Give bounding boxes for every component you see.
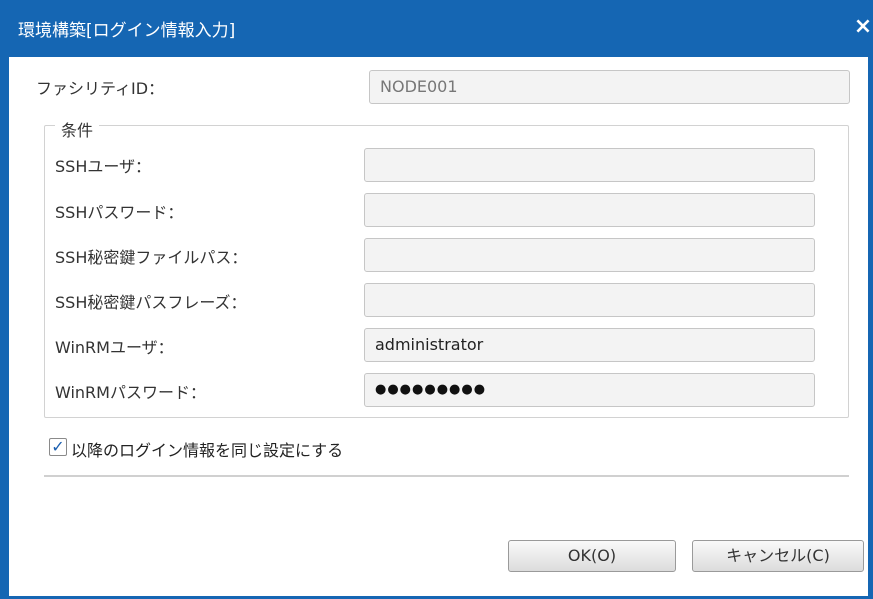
facility-id-label: ファシリティID： <box>36 79 165 98</box>
winrm-password-input[interactable]: ●●●●●●●●● <box>364 373 815 407</box>
same-login-label[interactable]: 以降のログイン情報を同じ設定にする <box>71 437 343 461</box>
dialog-titlebar: 環境構築[ログイン情報入力] × <box>9 0 873 57</box>
login-info-dialog: 環境構築[ログイン情報入力] × ファシリティID： NODE001 条件 SS… <box>0 0 873 599</box>
divider <box>44 475 849 477</box>
close-icon[interactable]: × <box>852 14 873 40</box>
ok-button[interactable]: OK(O) <box>508 540 676 572</box>
conditions-legend: 条件 <box>55 117 100 141</box>
ssh-password-input[interactable] <box>364 193 815 227</box>
ssh-key-file-path-label: SSH秘密鍵ファイルパス： <box>55 248 248 267</box>
ssh-user-input[interactable] <box>364 148 815 182</box>
ssh-password-label: SSHパスワード： <box>55 203 184 222</box>
cancel-button[interactable]: キャンセル(C) <box>692 540 864 572</box>
same-login-checkbox[interactable]: ✓ <box>49 438 67 456</box>
facility-id-field: NODE001 <box>369 70 850 104</box>
ssh-user-label: SSHユーザ： <box>55 157 152 176</box>
winrm-user-input[interactable]: administrator <box>364 328 815 362</box>
ssh-key-passphrase-input[interactable] <box>364 283 815 317</box>
ssh-key-file-path-input[interactable] <box>364 238 815 272</box>
winrm-password-label: WinRMパスワード： <box>55 383 206 402</box>
ssh-key-passphrase-label: SSH秘密鍵パスフレーズ： <box>55 293 247 312</box>
dialog-title: 環境構築[ログイン情報入力] <box>18 21 236 41</box>
winrm-user-label: WinRMユーザ： <box>55 338 174 357</box>
